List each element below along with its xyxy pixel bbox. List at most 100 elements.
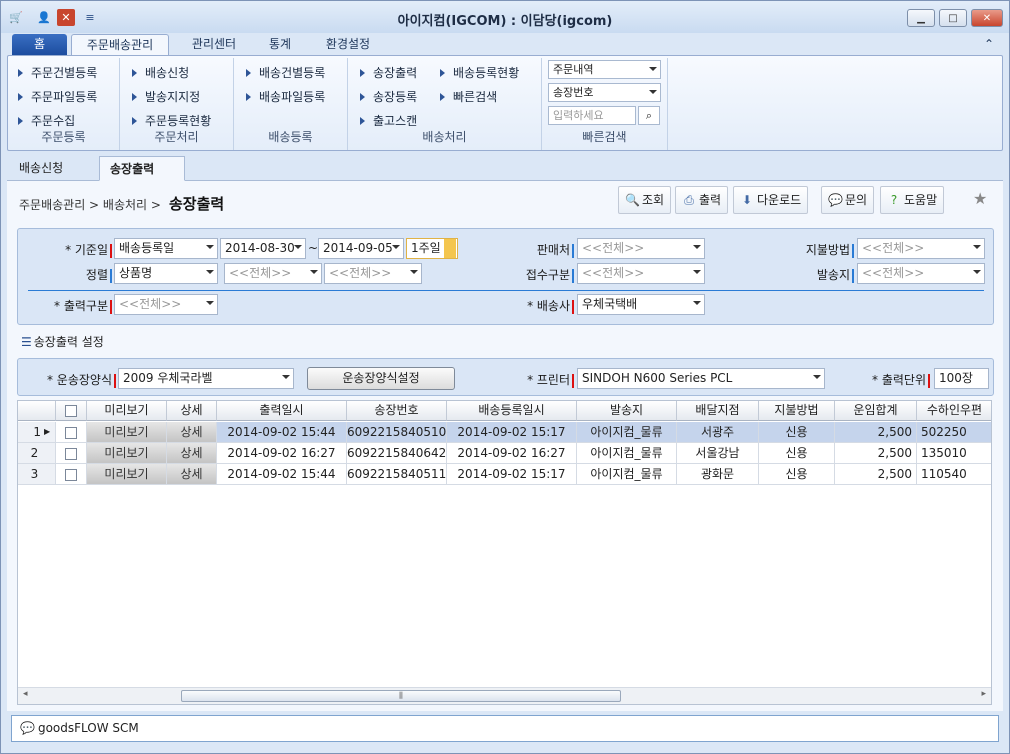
settings-title: ☰ 송장출력 설정: [21, 335, 104, 349]
print-button[interactable]: ⎙ 출력: [675, 186, 729, 214]
receipt-label: 접수구분: [488, 266, 574, 283]
ribbon-waybill-print[interactable]: 송장출력: [360, 64, 417, 81]
period-select[interactable]: 1주일: [406, 238, 458, 259]
row-checkbox[interactable]: [56, 443, 87, 464]
grid-header-origin[interactable]: 발송지: [577, 401, 677, 421]
group-order-register: 주문건별등록 주문파일등록 주문수집 주문등록: [8, 58, 120, 150]
document-tabs: 배송신청 송장출력✕: [7, 156, 1003, 200]
ribbon-order-status[interactable]: 주문등록현황: [132, 112, 211, 129]
date-to-picker[interactable]: 2014-09-05: [318, 238, 404, 259]
sort-label: 정렬: [28, 266, 112, 283]
ribbon-order-file-register[interactable]: 주문파일등록: [18, 88, 97, 105]
horizontal-scrollbar[interactable]: ◂ ⫼ ▸: [18, 687, 991, 704]
detail-button[interactable]: 상세: [167, 422, 217, 443]
ribbon-order-collect[interactable]: 주문수집: [18, 112, 75, 129]
cell-registered: 2014-09-02 15:17: [447, 422, 577, 443]
quick-search-field-select[interactable]: 송장번호: [548, 83, 661, 102]
favorite-star-icon[interactable]: ★: [973, 189, 987, 208]
row-checkbox[interactable]: [56, 464, 87, 485]
scroll-thumb[interactable]: ⫼: [181, 690, 621, 702]
carrier-select[interactable]: 우체국택배: [577, 294, 705, 315]
tab-management-center[interactable]: 관리센터: [179, 34, 249, 55]
cell-zip: 110540: [917, 464, 991, 485]
ribbon-delivery-single-register[interactable]: 배송건별등록: [246, 64, 325, 81]
date-from-picker[interactable]: 2014-08-30: [220, 238, 306, 259]
preview-button[interactable]: 미리보기: [87, 443, 167, 464]
preview-button[interactable]: 미리보기: [87, 464, 167, 485]
grid-header-select-all[interactable]: [56, 401, 87, 421]
cell-branch: 서울강남: [677, 443, 759, 464]
chat-icon: 💬: [828, 193, 843, 207]
row-number: 3: [18, 464, 56, 485]
unit-input[interactable]: 100장: [934, 368, 989, 389]
receipt-select[interactable]: <<전체>>: [577, 263, 705, 284]
grid-header-branch[interactable]: 배달지점: [677, 401, 759, 421]
group-delivery-register: 배송건별등록 배송파일등록 배송등록: [234, 58, 348, 150]
magnifier-icon: 🔍: [625, 193, 640, 207]
base-date-type-select[interactable]: 배송등록일: [114, 238, 218, 259]
cell-zip: 135010: [917, 443, 991, 464]
search-filter-panel: * 기준일 배송등록일 2014-08-30 ~ 2014-09-05 1주일 …: [17, 228, 994, 325]
doc-tab-waybill-print[interactable]: 송장출력✕: [99, 156, 185, 200]
tab-settings[interactable]: 환경설정: [313, 34, 383, 55]
ribbon-delivery-request[interactable]: 배송신청: [132, 64, 189, 81]
quick-search-type-select[interactable]: 주문내역: [548, 60, 661, 79]
grid-header-detail[interactable]: 상세: [167, 401, 217, 421]
grid-header-preview[interactable]: 미리보기: [87, 401, 167, 421]
tab-order-delivery[interactable]: 주문배송관리: [71, 34, 169, 55]
cell-fee: 2,500: [835, 464, 917, 485]
ribbon-order-single-register[interactable]: 주문건별등록: [18, 64, 97, 81]
checkbox-icon[interactable]: [65, 468, 77, 481]
cell-payment: 신용: [759, 464, 835, 485]
help-button[interactable]: ? 도움말: [880, 186, 945, 214]
grid-header-zip[interactable]: 수하인우편: [917, 401, 991, 421]
waybill-form-settings-button[interactable]: 운송장양식설정: [307, 367, 455, 390]
search-button[interactable]: 🔍 조회: [618, 186, 672, 214]
minimize-button[interactable]: ▁: [907, 9, 935, 27]
grid-header-printed[interactable]: 출력일시: [217, 401, 347, 421]
collapse-ribbon-icon[interactable]: ⌃: [979, 34, 999, 55]
maximize-button[interactable]: □: [939, 9, 967, 27]
sort-select-3[interactable]: <<전체>>: [324, 263, 422, 284]
payment-select[interactable]: <<전체>>: [857, 238, 985, 259]
ribbon-origin-assign[interactable]: 발송지지정: [132, 88, 200, 105]
preview-button[interactable]: 미리보기: [87, 422, 167, 443]
download-button[interactable]: ⬇ 다운로드: [733, 186, 809, 214]
detail-button[interactable]: 상세: [167, 464, 217, 485]
checkbox-icon[interactable]: [65, 447, 77, 460]
row-checkbox[interactable]: [56, 422, 87, 443]
waybill-grid: 미리보기 상세 출력일시 송장번호 배송등록일시 발송지 배달지점 지불방법 운…: [17, 400, 992, 705]
detail-button[interactable]: 상세: [167, 443, 217, 464]
seller-select[interactable]: <<전체>>: [577, 238, 705, 259]
tab-statistics[interactable]: 통계: [257, 34, 303, 55]
scroll-left-icon: ◂: [23, 689, 28, 699]
ribbon-quick-search[interactable]: 빠른검색: [440, 88, 497, 105]
ribbon-outbound-scan[interactable]: 출고스캔: [360, 112, 417, 129]
ribbon-waybill-register[interactable]: 송장등록: [360, 88, 417, 105]
group-quick-search: 주문내역 송장번호 입력하세요 ⌕ 빠른검색: [542, 58, 668, 150]
inquiry-button[interactable]: 💬 문의: [821, 186, 875, 214]
doc-tab-delivery-request[interactable]: 배송신청: [9, 156, 73, 181]
ribbon-delivery-file-register[interactable]: 배송파일등록: [246, 88, 325, 105]
close-button[interactable]: ✕: [971, 9, 1003, 27]
group-label: 배송등록: [268, 130, 313, 144]
cell-payment: 신용: [759, 443, 835, 464]
printer-select[interactable]: SINDOH N600 Series PCL: [577, 368, 825, 389]
tab-home[interactable]: 홈: [12, 34, 67, 55]
waybill-form-select[interactable]: 2009 우체국라벨: [118, 368, 294, 389]
grid-header-waybill[interactable]: 송장번호: [347, 401, 447, 421]
print-type-select[interactable]: <<전체>>: [114, 294, 218, 315]
row-number: 1: [18, 422, 56, 443]
waybill-label: * 운송장양식: [22, 371, 116, 388]
checkbox-icon[interactable]: [65, 426, 77, 439]
list-icon: ☰: [21, 335, 32, 349]
grid-header-fee[interactable]: 운임합계: [835, 401, 917, 421]
ribbon-delivery-status[interactable]: 배송등록현황: [440, 64, 519, 81]
origin-select[interactable]: <<전체>>: [857, 263, 985, 284]
sort-select-2[interactable]: <<전체>>: [224, 263, 322, 284]
search-icon[interactable]: ⌕: [638, 106, 660, 125]
quick-search-input[interactable]: 입력하세요: [548, 106, 636, 125]
grid-header-registered[interactable]: 배송등록일시: [447, 401, 577, 421]
grid-header-payment[interactable]: 지불방법: [759, 401, 835, 421]
sort-select-1[interactable]: 상품명: [114, 263, 218, 284]
